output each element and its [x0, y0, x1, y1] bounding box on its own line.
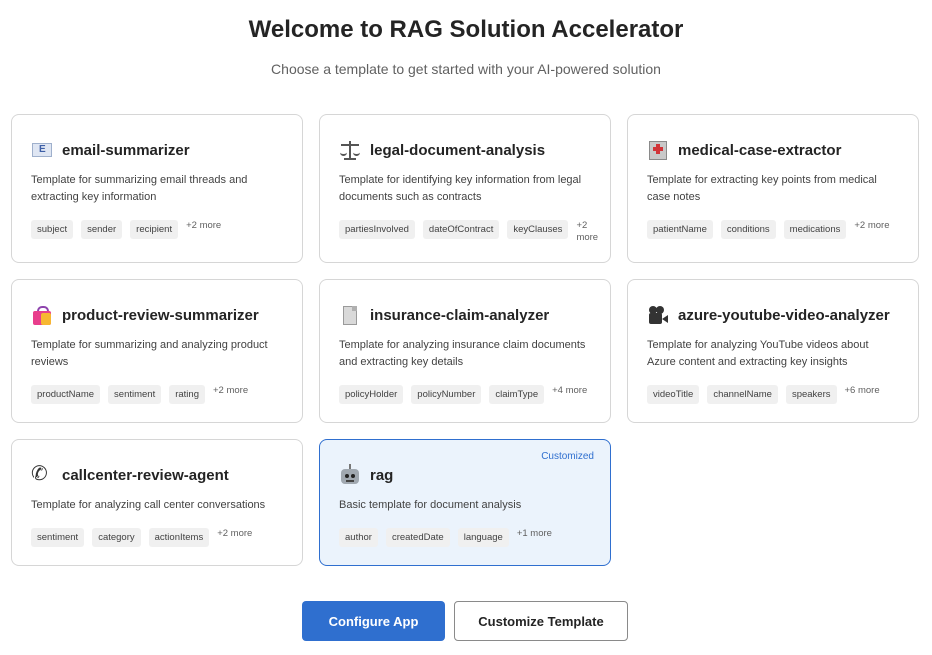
- more-tags-count: +2 more: [217, 528, 253, 539]
- field-tag: patientName: [647, 220, 713, 239]
- template-card-callcenter-review-agent[interactable]: ✆ callcenter-review-agent Template for a…: [11, 439, 303, 566]
- customized-badge: Customized: [541, 451, 594, 462]
- tag-list: patientName conditions medications +2 mo…: [647, 220, 889, 239]
- document-icon: [339, 304, 361, 326]
- tag-list: policyHolder policyNumber claimType +4 m…: [339, 385, 587, 404]
- tag-list: author createdDate language +1 more: [339, 528, 552, 547]
- template-card-insurance-claim-analyzer[interactable]: insurance-claim-analyzer Template for an…: [319, 279, 611, 423]
- template-card-legal-document-analysis[interactable]: legal-document-analysis Template for ide…: [319, 114, 611, 263]
- field-tag: partiesInvolved: [339, 220, 415, 239]
- template-card-rag[interactable]: Customized rag Basic template for docume…: [319, 439, 611, 566]
- field-tag: channelName: [707, 385, 778, 404]
- field-tag: language: [457, 528, 509, 547]
- template-description: Template for summarizing email threads a…: [31, 174, 248, 203]
- template-description: Template for summarizing and analyzing p…: [31, 339, 268, 368]
- template-description: Template for analyzing insurance claim d…: [339, 339, 586, 368]
- field-tag: conditions: [720, 220, 776, 239]
- robot-icon: [339, 464, 361, 486]
- movie-camera-icon: [647, 304, 669, 326]
- more-tags-count: +2 more: [576, 220, 599, 243]
- template-card-medical-case-extractor[interactable]: medical-case-extractor Template for extr…: [627, 114, 919, 263]
- field-tag: subject: [31, 220, 74, 239]
- configure-app-button[interactable]: Configure App: [302, 601, 445, 641]
- template-card-product-review-summarizer[interactable]: product-review-summarizer Template for s…: [11, 279, 303, 423]
- more-tags-count: +1 more: [516, 528, 552, 539]
- tag-list: productName sentiment rating +2 more: [31, 385, 248, 404]
- template-description: Template for extracting key points from …: [647, 174, 877, 203]
- template-title: email-summarizer: [62, 141, 190, 159]
- field-tag: recipient: [130, 220, 179, 239]
- field-tag: createdDate: [385, 528, 450, 547]
- template-title: legal-document-analysis: [370, 141, 546, 159]
- template-title: medical-case-extractor: [678, 141, 842, 159]
- template-title: rag: [370, 466, 394, 484]
- field-tag: author: [339, 528, 378, 547]
- envelope-icon: [31, 139, 53, 161]
- shopping-bags-icon: [31, 304, 53, 326]
- page-subtitle: Choose a template to get started with yo…: [271, 61, 661, 77]
- template-card-email-summarizer[interactable]: email-summarizer Template for summarizin…: [11, 114, 303, 263]
- template-title: azure-youtube-video-analyzer: [678, 306, 890, 324]
- template-title: insurance-claim-analyzer: [370, 306, 550, 324]
- page-title: Welcome to RAG Solution Accelerator: [248, 16, 684, 43]
- tag-list: subject sender recipient +2 more: [31, 220, 221, 239]
- template-title: callcenter-review-agent: [62, 466, 229, 484]
- tag-list: partiesInvolved dateOfContract keyClause…: [339, 220, 602, 244]
- template-card-azure-youtube-video-analyzer[interactable]: azure-youtube-video-analyzer Template fo…: [627, 279, 919, 423]
- template-description: Template for analyzing call center conve…: [31, 499, 266, 511]
- field-tag: sender: [81, 220, 123, 239]
- scales-icon: [339, 139, 361, 161]
- field-tag: rating: [169, 385, 205, 404]
- tag-list: sentiment category actionItems +2 more: [31, 528, 252, 547]
- field-tag: medications: [783, 220, 847, 239]
- field-tag: videoTitle: [647, 385, 700, 404]
- field-tag: dateOfContract: [422, 220, 500, 239]
- tag-list: videoTitle channelName speakers +6 more: [647, 385, 880, 404]
- field-tag: policyNumber: [411, 385, 482, 404]
- more-tags-count: +4 more: [552, 385, 588, 396]
- more-tags-count: +6 more: [844, 385, 880, 396]
- template-description: Template for analyzing YouTube videos ab…: [647, 339, 869, 368]
- more-tags-count: +2 more: [186, 220, 222, 231]
- more-tags-count: +2 more: [212, 385, 249, 396]
- field-tag: actionItems: [148, 528, 210, 547]
- template-title: product-review-summarizer: [62, 306, 259, 324]
- field-tag: speakers: [785, 385, 837, 404]
- more-tags-count: +2 more: [854, 220, 890, 231]
- field-tag: keyClauses: [507, 220, 569, 239]
- hospital-icon: [647, 139, 669, 161]
- customize-template-button[interactable]: Customize Template: [454, 601, 628, 641]
- field-tag: policyHolder: [339, 385, 404, 404]
- template-description: Basic template for document analysis: [339, 499, 522, 511]
- field-tag: productName: [31, 385, 101, 404]
- field-tag: sentiment: [108, 385, 162, 404]
- telephone-icon: ✆: [31, 463, 48, 485]
- field-tag: claimType: [489, 385, 545, 404]
- template-description: Template for identifying key information…: [339, 174, 582, 203]
- field-tag: sentiment: [31, 528, 85, 547]
- field-tag: category: [92, 528, 141, 547]
